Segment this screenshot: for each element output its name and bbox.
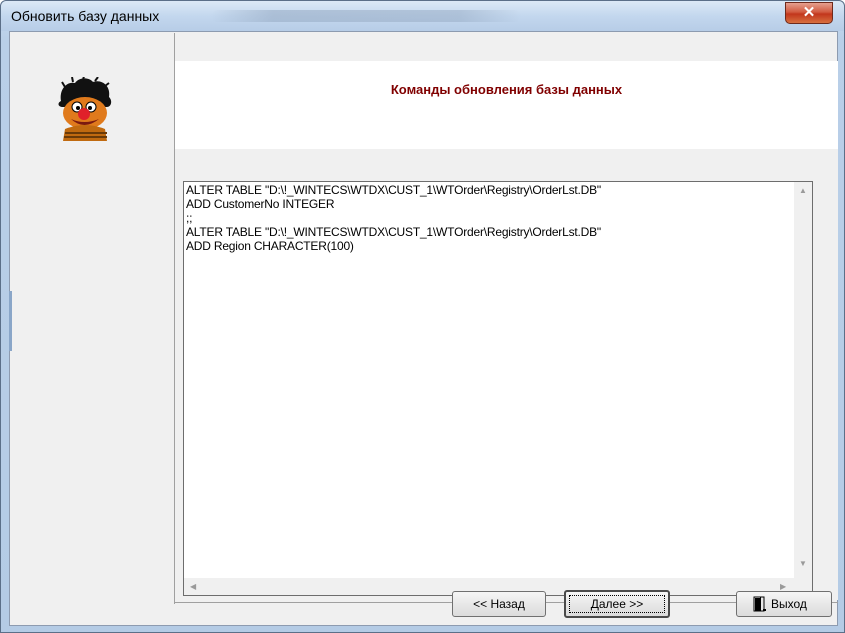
memo-line: ;; [186, 211, 193, 225]
next-button[interactable]: Далее >> [564, 590, 670, 618]
page-title: Команды обновления базы данных [390, 82, 623, 97]
close-icon: ✕ [802, 4, 816, 21]
scroll-left-icon[interactable]: ◀ [190, 583, 196, 591]
exit-button-label: Выход [771, 597, 807, 611]
content-area: ALTER TABLE "D:\!_WINTECS\WTDX\CUST_1\WT… [175, 149, 838, 600]
back-button-label: << Назад [473, 597, 525, 611]
dialog-client-area: Команды обновления базы данных ALTER TAB… [9, 31, 838, 626]
memo-line: ADD Region CHARACTER(100) [186, 239, 354, 253]
mascot-icon [58, 77, 112, 141]
back-button[interactable]: << Назад [452, 591, 546, 617]
memo-text[interactable]: ALTER TABLE "D:\!_WINTECS\WTDX\CUST_1\WT… [186, 183, 806, 573]
memo-line: ALTER TABLE "D:\!_WINTECS\WTDX\CUST_1\WT… [186, 183, 601, 197]
scroll-down-icon[interactable]: ▼ [799, 560, 807, 568]
vertical-scrollbar[interactable]: ▲ ▼ [794, 182, 812, 578]
main-panel: Команды обновления базы данных ALTER TAB… [175, 61, 838, 601]
scroll-right-icon[interactable]: ▶ [780, 583, 786, 591]
close-button[interactable]: ✕ [785, 2, 833, 24]
exit-button[interactable]: Выход [736, 591, 832, 617]
header-area: Команды обновления базы данных [175, 61, 838, 149]
window-title: Обновить базу данных [11, 8, 160, 24]
title-bar-blur [211, 10, 521, 22]
exit-door-icon [753, 596, 766, 612]
memo-line: ALTER TABLE "D:\!_WINTECS\WTDX\CUST_1\WT… [186, 225, 601, 239]
scroll-up-icon[interactable]: ▲ [799, 187, 807, 195]
title-bar[interactable]: Обновить базу данных ✕ [1, 1, 844, 31]
dialog-window: Обновить базу данных ✕ Команды обновлени… [0, 0, 845, 633]
sql-commands-memo[interactable]: ALTER TABLE "D:\!_WINTECS\WTDX\CUST_1\WT… [183, 181, 813, 596]
next-button-label: Далее >> [590, 597, 644, 611]
left-image-panel [11, 33, 175, 604]
window-edge-strip [9, 291, 12, 351]
memo-line: ADD CustomerNo INTEGER [186, 197, 335, 211]
